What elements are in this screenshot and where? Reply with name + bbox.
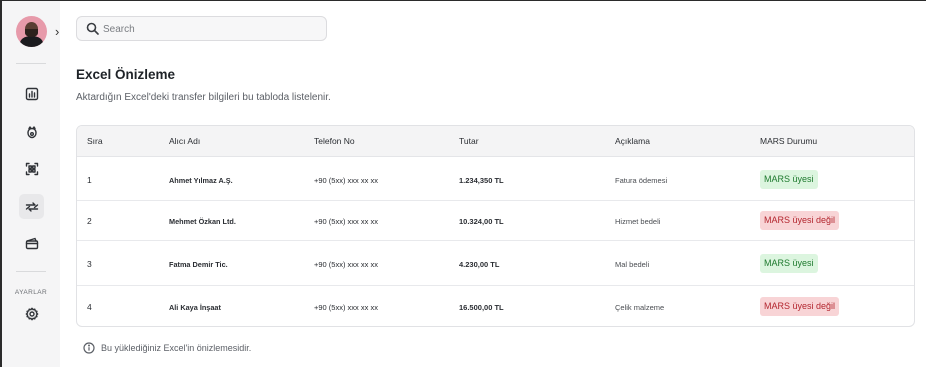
status-badge: MARS üyesi değil bbox=[760, 211, 840, 230]
row-phone: +90 (5xx) xxx xx xx bbox=[314, 176, 378, 185]
sidebar: › AYARLAR bbox=[2, 1, 60, 367]
sidebar-item-wallet[interactable] bbox=[21, 232, 42, 253]
row-amount: 1.234,350 TL bbox=[459, 176, 504, 185]
chart-icon bbox=[25, 87, 38, 100]
row-amount: 4.230,00 TL bbox=[459, 260, 500, 269]
avatar[interactable] bbox=[16, 16, 47, 47]
settings-section-label: AYARLAR bbox=[14, 289, 48, 296]
info-icon bbox=[83, 342, 95, 354]
preview-note-text: Bu yüklediğiniz Excel'in önizlemesidir. bbox=[101, 343, 252, 353]
row-recipient: Ahmet Yılmaz A.Ş. bbox=[169, 176, 233, 185]
row-index: 2 bbox=[87, 216, 92, 226]
row-index: 4 bbox=[87, 302, 92, 312]
column-header-description: Açıklama bbox=[615, 136, 650, 146]
sidebar-divider bbox=[16, 271, 46, 272]
table-row[interactable]: 2 Mehmet Özkan Ltd. +90 (5xx) xxx xx xx … bbox=[77, 201, 914, 241]
column-header-amount: Tutar bbox=[459, 136, 479, 146]
sidebar-divider bbox=[16, 63, 46, 64]
sidebar-item-savings[interactable] bbox=[21, 121, 42, 142]
sidebar-item-reports[interactable] bbox=[21, 83, 42, 104]
row-recipient: Mehmet Özkan Ltd. bbox=[169, 217, 236, 226]
column-header-mars-status: MARS Durumu bbox=[760, 136, 818, 146]
row-index: 3 bbox=[87, 259, 92, 269]
piggy-bank-icon bbox=[26, 125, 37, 138]
sidebar-expand-icon[interactable]: › bbox=[55, 25, 67, 39]
wallet-icon bbox=[25, 237, 38, 249]
search-input[interactable] bbox=[103, 20, 318, 38]
row-description: Fatura ödemesi bbox=[615, 176, 668, 185]
status-badge: MARS üyesi bbox=[760, 254, 818, 273]
row-amount: 10.324,00 TL bbox=[459, 217, 504, 226]
table-row[interactable]: 3 Fatma Demir Tic. +90 (5xx) xxx xx xx 4… bbox=[77, 241, 914, 286]
row-phone: +90 (5xx) xxx xx xx bbox=[314, 260, 378, 269]
row-recipient: Fatma Demir Tic. bbox=[169, 260, 228, 269]
excel-preview-table: Sıra Alıcı Adı Telefon No Tutar Açıklama… bbox=[76, 125, 915, 327]
preview-note: Bu yüklediğiniz Excel'in önizlemesidir. bbox=[77, 342, 251, 354]
column-header-index: Sıra bbox=[87, 136, 103, 146]
column-header-recipient: Alıcı Adı bbox=[169, 136, 201, 146]
row-index: 1 bbox=[87, 175, 92, 185]
sidebar-item-qr[interactable] bbox=[21, 158, 42, 179]
table-row[interactable]: 1 Ahmet Yılmaz A.Ş. +90 (5xx) xxx xx xx … bbox=[77, 157, 914, 201]
row-amount: 16.500,00 TL bbox=[459, 303, 504, 312]
page-subtitle: Aktardığın Excel'deki transfer bilgileri… bbox=[76, 92, 331, 103]
row-phone: +90 (5xx) xxx xx xx bbox=[314, 303, 378, 312]
row-description: Mal bedeli bbox=[615, 260, 650, 269]
sidebar-item-settings[interactable] bbox=[21, 303, 42, 324]
avatar-body bbox=[20, 36, 43, 47]
sidebar-item-transfer[interactable] bbox=[19, 194, 44, 219]
status-badge: MARS üyesi bbox=[760, 170, 818, 189]
window-top-border bbox=[0, 0, 926, 1]
table-header: Sıra Alıcı Adı Telefon No Tutar Açıklama… bbox=[77, 126, 914, 157]
page-title: Excel Önizleme bbox=[76, 67, 176, 82]
qr-scan-icon bbox=[25, 162, 38, 175]
gear-icon bbox=[25, 307, 38, 320]
row-description: Hizmet bedeli bbox=[615, 217, 661, 226]
row-description: Çelik malzeme bbox=[615, 303, 665, 312]
avatar-beard bbox=[25, 29, 38, 37]
column-header-phone: Telefon No bbox=[314, 136, 355, 146]
status-badge: MARS üyesi değil bbox=[760, 297, 840, 316]
search-box bbox=[76, 16, 327, 41]
row-recipient: Ali Kaya İnşaat bbox=[169, 303, 221, 312]
search-icon bbox=[86, 22, 99, 35]
row-phone: +90 (5xx) xxx xx xx bbox=[314, 217, 378, 226]
transfer-icon bbox=[25, 201, 38, 212]
table-row[interactable]: 4 Ali Kaya İnşaat +90 (5xx) xxx xx xx 16… bbox=[77, 286, 914, 326]
